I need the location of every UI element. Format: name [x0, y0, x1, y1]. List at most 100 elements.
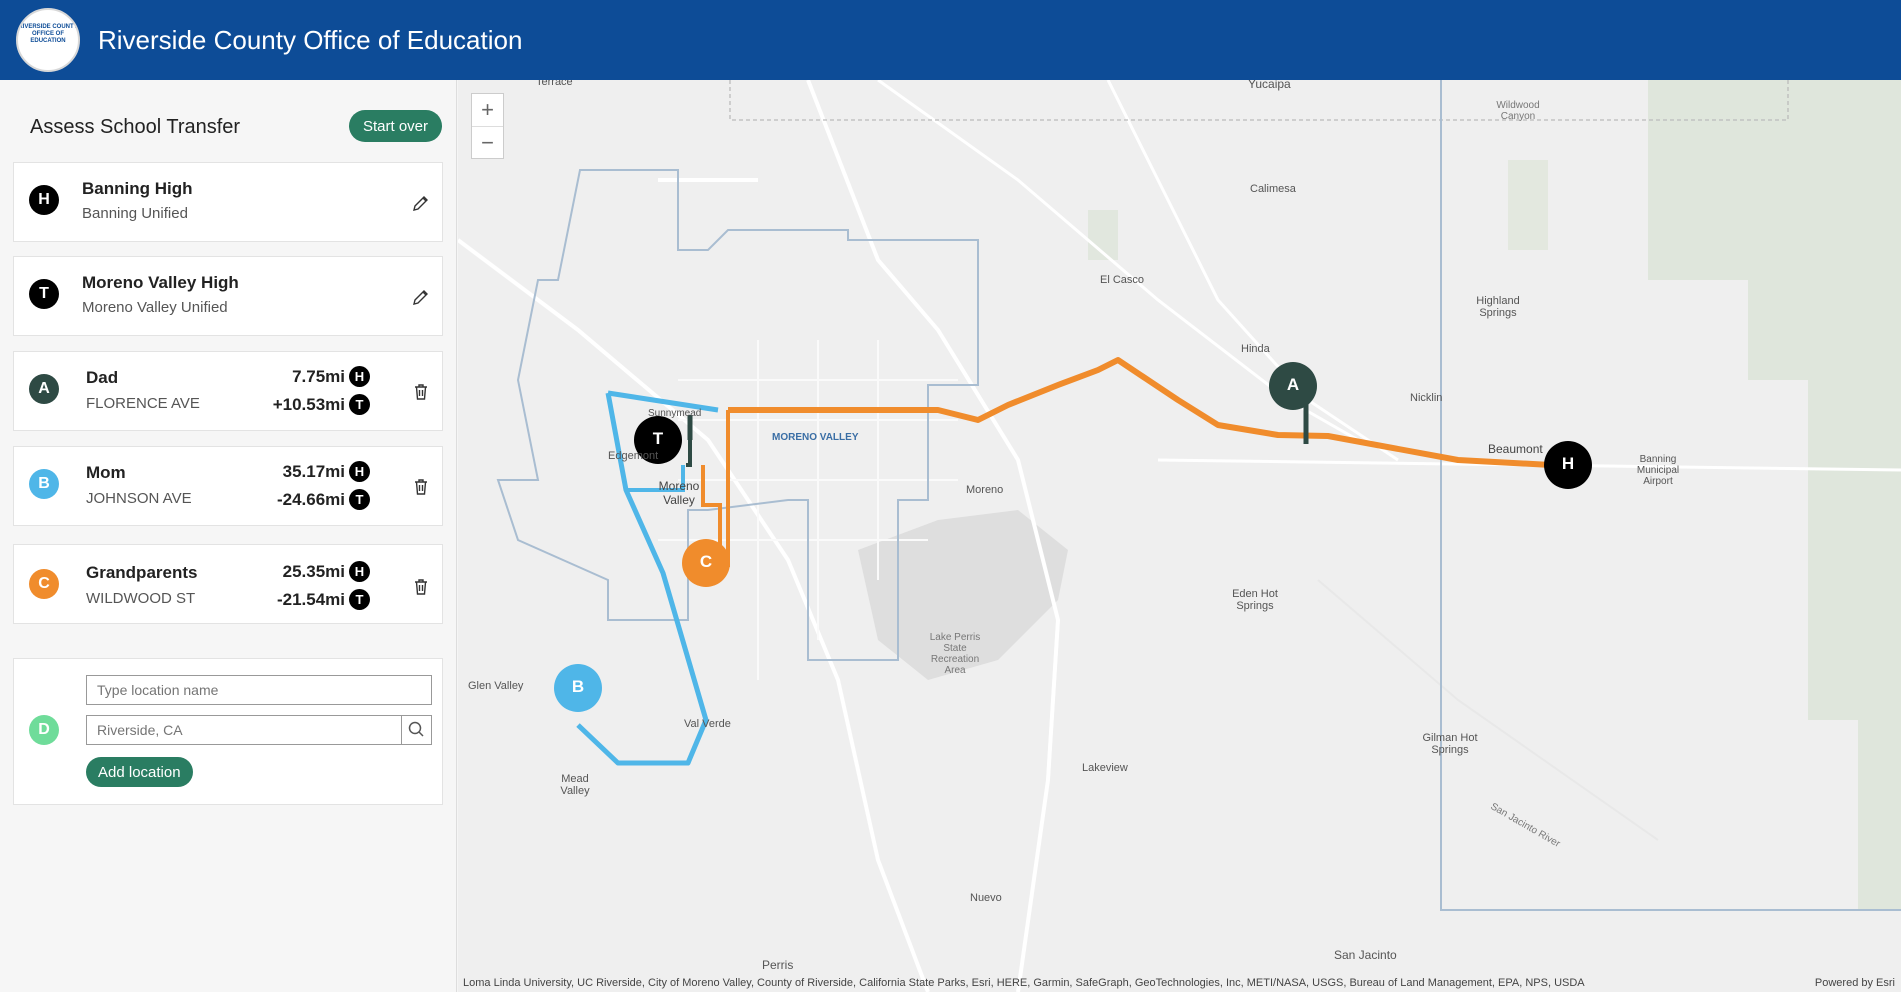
transfer-school-badge: T	[29, 279, 59, 309]
home-marker-label: H	[1561, 454, 1575, 473]
location-b-dist-transfer: -24.66mi T	[277, 489, 370, 510]
location-a-name: Dad	[86, 368, 119, 387]
edit-pencil-icon[interactable]	[411, 287, 431, 307]
place-label: Moreno Valley	[658, 479, 700, 507]
search-icon	[408, 721, 424, 737]
map-view[interactable]: T H A B C Terrace Yucaipa Wildwood Canyo…	[458, 80, 1901, 992]
river	[1317, 579, 1659, 841]
location-b-street: JOHNSON AVE	[86, 490, 192, 507]
home-mini-icon: H	[349, 366, 370, 387]
location-address-input[interactable]	[86, 715, 402, 745]
home-mini-icon: H	[349, 461, 370, 482]
a-marker-label: A	[1286, 375, 1300, 394]
place-label: Perris	[762, 958, 794, 972]
place-label: Lakeview	[1082, 762, 1128, 774]
place-label: Nicklin	[1410, 392, 1443, 404]
location-b-badge: B	[29, 469, 59, 499]
location-b-name: Mom	[86, 463, 126, 482]
logo-text: RIVERSIDE COUNTY OFFICE OF EDUCATION	[18, 24, 78, 44]
dist-value: 7.75mi	[292, 366, 345, 386]
b-marker-label: B	[571, 677, 585, 696]
place-label: Eden Hot Springs	[1232, 588, 1278, 612]
location-a-badge: A	[29, 374, 59, 404]
transfer-mini-icon: T	[349, 489, 370, 510]
place-label: Calimesa	[1250, 183, 1296, 195]
dist-value: -21.54mi	[276, 589, 345, 609]
home-school-name: Banning High	[82, 179, 193, 198]
location-d-badge: D	[29, 715, 59, 745]
location-c-name: Grandparents	[86, 563, 198, 582]
place-label: Gilman Hot Springs	[1422, 732, 1478, 756]
dist-value: 35.17mi	[282, 461, 345, 481]
edit-pencil-icon[interactable]	[411, 193, 431, 213]
location-card-a: A Dad FLORENCE AVE 7.75mi H +10.53mi T	[13, 351, 443, 431]
place-label: Lake Perris State Recreation Area	[929, 632, 981, 676]
location-c-badge: C	[29, 569, 59, 599]
location-a-dist-home: 7.75mi H	[292, 366, 370, 387]
place-label: MORENO VALLEY	[772, 432, 859, 443]
place-label: Terrace	[536, 80, 573, 88]
place-label: Glen Valley	[468, 680, 524, 692]
powered-by-esri: Powered by Esri	[1814, 977, 1895, 989]
address-search-button[interactable]	[401, 715, 432, 745]
dist-value: +10.53mi	[272, 394, 345, 414]
place-label: Hinda	[1241, 343, 1270, 355]
app-title: Riverside County Office of Education	[98, 24, 523, 55]
zoom-control: + −	[471, 93, 504, 159]
dist-value: -24.66mi	[276, 489, 345, 509]
app-header: RIVERSIDE COUNTY OFFICE OF EDUCATION Riv…	[0, 0, 1901, 80]
sidebar-panel: Assess School Transfer Start over H Bann…	[0, 80, 457, 992]
zoom-out-button[interactable]: −	[472, 127, 503, 159]
road	[1106, 80, 1399, 462]
rcoe-logo: RIVERSIDE COUNTY OFFICE OF EDUCATION	[16, 8, 80, 72]
transfer-school-district: Moreno Valley Unified	[82, 299, 228, 316]
location-c-street: WILDWOOD ST	[86, 590, 196, 607]
dist-value: 25.35mi	[282, 561, 345, 581]
home-school-district: Banning Unified	[82, 205, 188, 222]
place-label: Wildwood Canyon	[1496, 100, 1540, 122]
place-label: Edgemont	[608, 450, 659, 462]
trash-icon[interactable]	[411, 577, 431, 597]
location-a-dist-transfer: +10.53mi T	[273, 394, 370, 415]
place-label: Beaumont	[1488, 442, 1543, 456]
school-card-home: H Banning High Banning Unified	[13, 162, 443, 242]
place-label: El Casco	[1100, 274, 1145, 286]
location-card-c: C Grandparents WILDWOOD ST 25.35mi H -21.…	[13, 544, 443, 624]
school-card-transfer: T Moreno Valley High Moreno Valley Unifi…	[13, 256, 443, 336]
transfer-school-name: Moreno Valley High	[82, 273, 239, 292]
map-attribution: Loma Linda University, UC Riverside, Cit…	[463, 977, 1585, 989]
park-area	[1508, 160, 1548, 250]
trash-icon[interactable]	[411, 477, 431, 497]
trash-icon[interactable]	[411, 382, 431, 402]
zoom-in-button[interactable]: +	[472, 94, 503, 127]
panel-header: Assess School Transfer Start over	[30, 110, 442, 144]
place-label: Nuevo	[970, 892, 1002, 904]
place-label: Moreno	[966, 484, 1004, 496]
location-c-dist-transfer: -21.54mi T	[277, 589, 370, 610]
panel-title: Assess School Transfer	[30, 116, 241, 138]
place-label: Yucaipa	[1248, 80, 1291, 91]
road	[458, 238, 930, 992]
location-a-street: FLORENCE AVE	[86, 395, 200, 412]
c-marker-label: C	[699, 552, 713, 571]
place-label: Val Verde	[684, 718, 731, 730]
place-label: Mead Valley	[560, 773, 590, 797]
route-c-to-home	[728, 357, 1552, 468]
location-c-dist-home: 25.35mi H	[283, 561, 370, 582]
map-canvas	[458, 80, 1901, 992]
new-location-card: D Add location	[13, 658, 443, 805]
home-school-badge: H	[29, 185, 59, 215]
location-b-dist-home: 35.17mi H	[283, 461, 370, 482]
add-location-button[interactable]: Add location	[86, 757, 193, 787]
place-label: Sunnymead	[648, 408, 702, 419]
place-label: Highland Springs	[1476, 295, 1520, 319]
place-label: Banning Municipal Airport	[1636, 454, 1680, 487]
route-a-to-transfer	[686, 440, 692, 467]
forest-area	[1648, 80, 1901, 910]
home-mini-icon: H	[349, 561, 370, 582]
location-name-input[interactable]	[86, 675, 432, 705]
place-label: San Jacinto	[1334, 948, 1397, 962]
transfer-marker-label: T	[652, 429, 664, 448]
location-card-b: B Mom JOHNSON AVE 35.17mi H -24.66mi T	[13, 446, 443, 526]
start-over-button[interactable]: Start over	[348, 110, 442, 142]
